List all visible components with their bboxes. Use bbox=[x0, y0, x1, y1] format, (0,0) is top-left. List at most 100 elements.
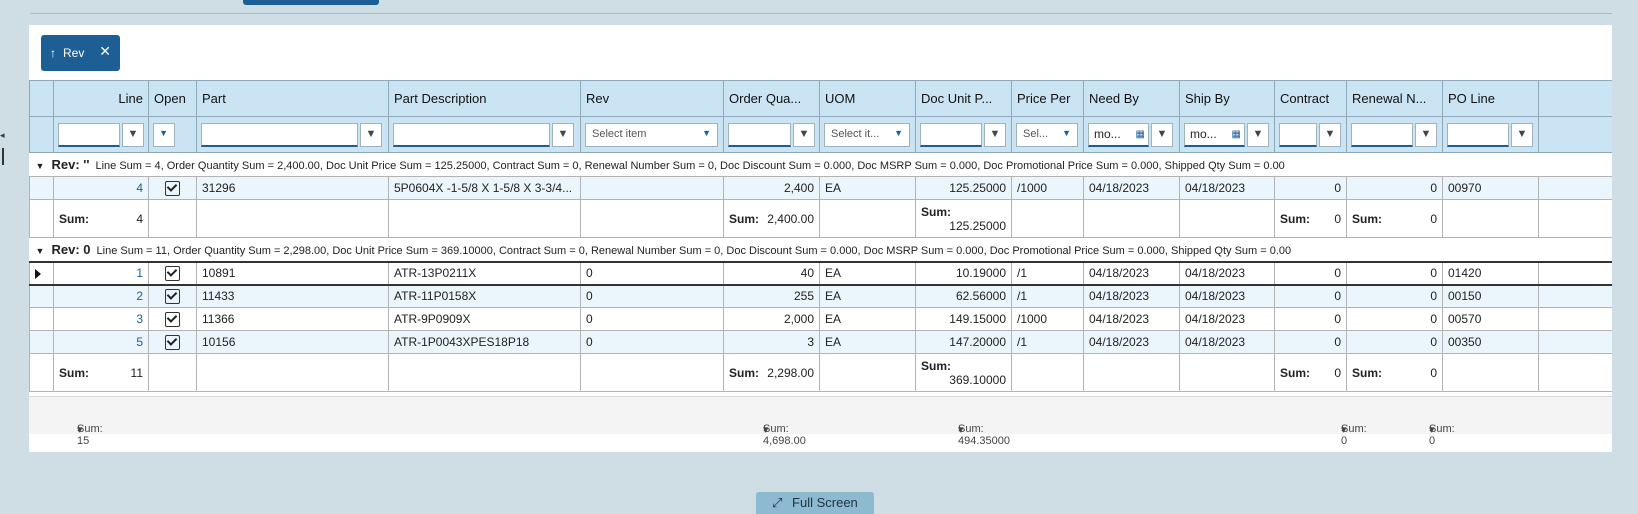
cell-po-line[interactable]: 00570 bbox=[1442, 307, 1539, 331]
cell-need-by[interactable]: 04/18/2023 bbox=[1083, 176, 1180, 200]
calendar-icon[interactable]: ▦ bbox=[1136, 129, 1145, 140]
cell-ship-by[interactable]: 04/18/2023 bbox=[1179, 284, 1275, 308]
cell-open[interactable] bbox=[148, 260, 197, 286]
column-header-po-line[interactable]: PO Line bbox=[1442, 80, 1539, 117]
group-header-cell[interactable]: ▼ Rev: '' Line Sum = 4, Order Quantity Sum… bbox=[29, 152, 1612, 177]
cell-rev[interactable] bbox=[580, 176, 724, 200]
table-row[interactable]: 5 10156 ATR-1P0043XPES18P18 0 3 EA 147.2… bbox=[29, 330, 1612, 354]
column-header-part-description[interactable]: Part Description bbox=[388, 80, 581, 117]
cell-quantity[interactable]: 40 bbox=[723, 260, 820, 286]
cell-part[interactable]: 31296 bbox=[196, 176, 389, 200]
triangle-down-icon[interactable]: ▼ bbox=[36, 161, 52, 171]
cell-rev[interactable]: 0 bbox=[580, 307, 724, 331]
cell-price-per[interactable]: /1000 bbox=[1011, 176, 1084, 200]
filter-description-input[interactable] bbox=[393, 122, 550, 147]
cell-need-by[interactable]: 04/18/2023 bbox=[1083, 260, 1180, 286]
full-screen-button[interactable]: ⤢ Full Screen bbox=[756, 492, 874, 514]
filter-line-input[interactable] bbox=[58, 122, 120, 147]
close-icon[interactable]: ✕ bbox=[99, 43, 111, 60]
cell-description[interactable]: ATR-11P0158X bbox=[388, 284, 581, 308]
cell-open[interactable] bbox=[148, 307, 197, 331]
chevron-down-icon[interactable]: ▾ bbox=[1429, 423, 1435, 436]
cell-need-by[interactable]: 04/18/2023 bbox=[1083, 307, 1180, 331]
cell-rev[interactable]: 0 bbox=[580, 330, 724, 354]
cell-line[interactable]: 5 bbox=[53, 330, 149, 354]
filter-icon[interactable]: ▼ bbox=[1247, 122, 1269, 147]
cell-unit-price[interactable]: 147.20000 bbox=[915, 330, 1012, 354]
filter-icon[interactable]: ▼ bbox=[793, 122, 815, 147]
cell-description[interactable]: 5P0604X -1-5/8 X 1-5/8 X 3-3/4... bbox=[388, 176, 581, 200]
column-header-doc-unit-price[interactable]: Doc Unit P... bbox=[915, 80, 1012, 117]
cell-contract[interactable]: 0 bbox=[1274, 307, 1347, 331]
filter-icon[interactable]: ▼ bbox=[984, 122, 1006, 147]
cell-part[interactable]: 10156 bbox=[196, 330, 389, 354]
filter-ship-by-date[interactable]: mo... ▦ bbox=[1184, 122, 1245, 147]
cell-line[interactable]: 3 bbox=[53, 307, 149, 331]
table-row[interactable]: 4 31296 5P0604X -1-5/8 X 1-5/8 X 3-3/4..… bbox=[29, 176, 1612, 200]
filter-contract-input[interactable] bbox=[1279, 122, 1317, 147]
cell-uom[interactable]: EA bbox=[819, 330, 916, 354]
filter-icon[interactable]: ▼ bbox=[360, 122, 382, 147]
cell-renewal[interactable]: 0 bbox=[1346, 284, 1443, 308]
cell-open[interactable] bbox=[148, 284, 197, 308]
cell-unit-price[interactable]: 62.56000 bbox=[915, 284, 1012, 308]
filter-open-select[interactable]: ▼ bbox=[153, 122, 175, 147]
cell-uom[interactable]: EA bbox=[819, 284, 916, 308]
cell-price-per[interactable]: /1 bbox=[1011, 330, 1084, 354]
column-header-contract[interactable]: Contract bbox=[1274, 80, 1347, 117]
filter-part-input[interactable] bbox=[201, 122, 358, 147]
cell-price-per[interactable]: /1 bbox=[1011, 284, 1084, 308]
cell-line[interactable]: 1 bbox=[53, 260, 149, 286]
cell-po-line[interactable]: 01420 bbox=[1442, 260, 1539, 286]
group-header-row[interactable]: ▼ Rev: 0 Line Sum = 11, Order Quantity Sum… bbox=[29, 237, 1612, 262]
cell-quantity[interactable]: 2,000 bbox=[723, 307, 820, 331]
filter-uom-select[interactable]: Select it... ▼ bbox=[824, 122, 910, 147]
cell-po-line[interactable]: 00150 bbox=[1442, 284, 1539, 308]
cell-uom[interactable]: EA bbox=[819, 176, 916, 200]
cell-open[interactable] bbox=[148, 330, 197, 354]
cell-contract[interactable]: 0 bbox=[1274, 260, 1347, 286]
filter-po-line-input[interactable] bbox=[1447, 122, 1509, 147]
cell-quantity[interactable]: 3 bbox=[723, 330, 820, 354]
column-header-order-quantity[interactable]: Order Qua... bbox=[723, 80, 820, 117]
column-header-price-per[interactable]: Price Per bbox=[1011, 80, 1084, 117]
cell-po-line[interactable]: 00970 bbox=[1442, 176, 1539, 200]
group-by-chip-rev[interactable]: ↑ Rev ✕ bbox=[41, 35, 120, 71]
cell-renewal[interactable]: 0 bbox=[1346, 330, 1443, 354]
calendar-icon[interactable]: ▦ bbox=[1232, 129, 1241, 140]
filter-need-by-date[interactable]: mo... ▦ bbox=[1088, 122, 1149, 147]
cell-part[interactable]: 11366 bbox=[196, 307, 389, 331]
cell-price-per[interactable]: /1000 bbox=[1011, 307, 1084, 331]
cell-ship-by[interactable]: 04/18/2023 bbox=[1179, 176, 1275, 200]
table-row[interactable]: 2 11433 ATR-11P0158X 0 255 EA 62.56000 /… bbox=[29, 284, 1612, 308]
cell-open[interactable] bbox=[148, 176, 197, 200]
collapse-left-icon[interactable]: ◂ bbox=[0, 130, 5, 141]
cell-renewal[interactable]: 0 bbox=[1346, 260, 1443, 286]
table-row[interactable]: 1 10891 ATR-13P0211X 0 40 EA 10.19000 /1… bbox=[29, 260, 1612, 286]
filter-icon[interactable]: ▼ bbox=[1319, 122, 1341, 147]
filter-quantity-input[interactable] bbox=[728, 122, 791, 147]
group-header-cell[interactable]: ▼ Rev: 0 Line Sum = 11, Order Quantity Sum… bbox=[29, 237, 1612, 262]
column-header-part[interactable]: Part bbox=[196, 80, 389, 117]
column-header-ship-by[interactable]: Ship By bbox=[1179, 80, 1275, 117]
splitter-handle[interactable] bbox=[2, 148, 4, 165]
cell-unit-price[interactable]: 10.19000 bbox=[915, 260, 1012, 286]
chevron-down-icon[interactable]: ▾ bbox=[77, 423, 83, 436]
cell-ship-by[interactable]: 04/18/2023 bbox=[1179, 307, 1275, 331]
column-header-rev[interactable]: Rev bbox=[580, 80, 724, 117]
cell-part[interactable]: 11433 bbox=[196, 284, 389, 308]
checkbox-checked-icon[interactable] bbox=[165, 288, 180, 304]
cell-price-per[interactable]: /1 bbox=[1011, 260, 1084, 286]
column-header-open[interactable]: Open bbox=[148, 80, 197, 117]
cell-rev[interactable]: 0 bbox=[580, 284, 724, 308]
checkbox-checked-icon[interactable] bbox=[165, 334, 180, 350]
filter-icon[interactable]: ▼ bbox=[1151, 122, 1173, 147]
cell-quantity[interactable]: 255 bbox=[723, 284, 820, 308]
column-header-overflow[interactable] bbox=[1538, 80, 1612, 117]
column-header-uom[interactable]: UOM bbox=[819, 80, 916, 117]
triangle-down-icon[interactable]: ▼ bbox=[36, 246, 52, 256]
filter-rev-select[interactable]: Select item ▼ bbox=[585, 122, 718, 147]
filter-icon[interactable]: ▼ bbox=[1511, 122, 1533, 147]
cell-description[interactable]: ATR-1P0043XPES18P18 bbox=[388, 330, 581, 354]
cell-quantity[interactable]: 2,400 bbox=[723, 176, 820, 200]
